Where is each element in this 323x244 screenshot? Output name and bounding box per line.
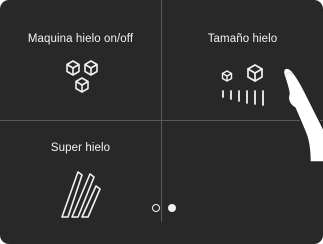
- super-ice-tile[interactable]: Super hielo: [0, 121, 161, 222]
- appliance-control-screen: Maquina hielo on/off Tamaño hielo Super …: [0, 0, 323, 244]
- ice-cubes-icon: [66, 60, 98, 93]
- super-ice-label: Super hielo: [50, 142, 111, 154]
- page-dot-2[interactable]: [168, 204, 176, 212]
- empty-tile: [162, 121, 323, 222]
- ice-maker-toggle-label: Maquina hielo on/off: [27, 33, 134, 45]
- page-dot-1[interactable]: [152, 204, 160, 212]
- super-ice-icon: [61, 171, 101, 218]
- ice-size-icon: [221, 64, 264, 106]
- page-indicator: [150, 202, 186, 214]
- ice-size-label: Tamaño hielo: [207, 33, 278, 45]
- ice-maker-toggle-tile[interactable]: Maquina hielo on/off: [0, 0, 161, 120]
- ice-size-tile[interactable]: Tamaño hielo: [162, 0, 323, 120]
